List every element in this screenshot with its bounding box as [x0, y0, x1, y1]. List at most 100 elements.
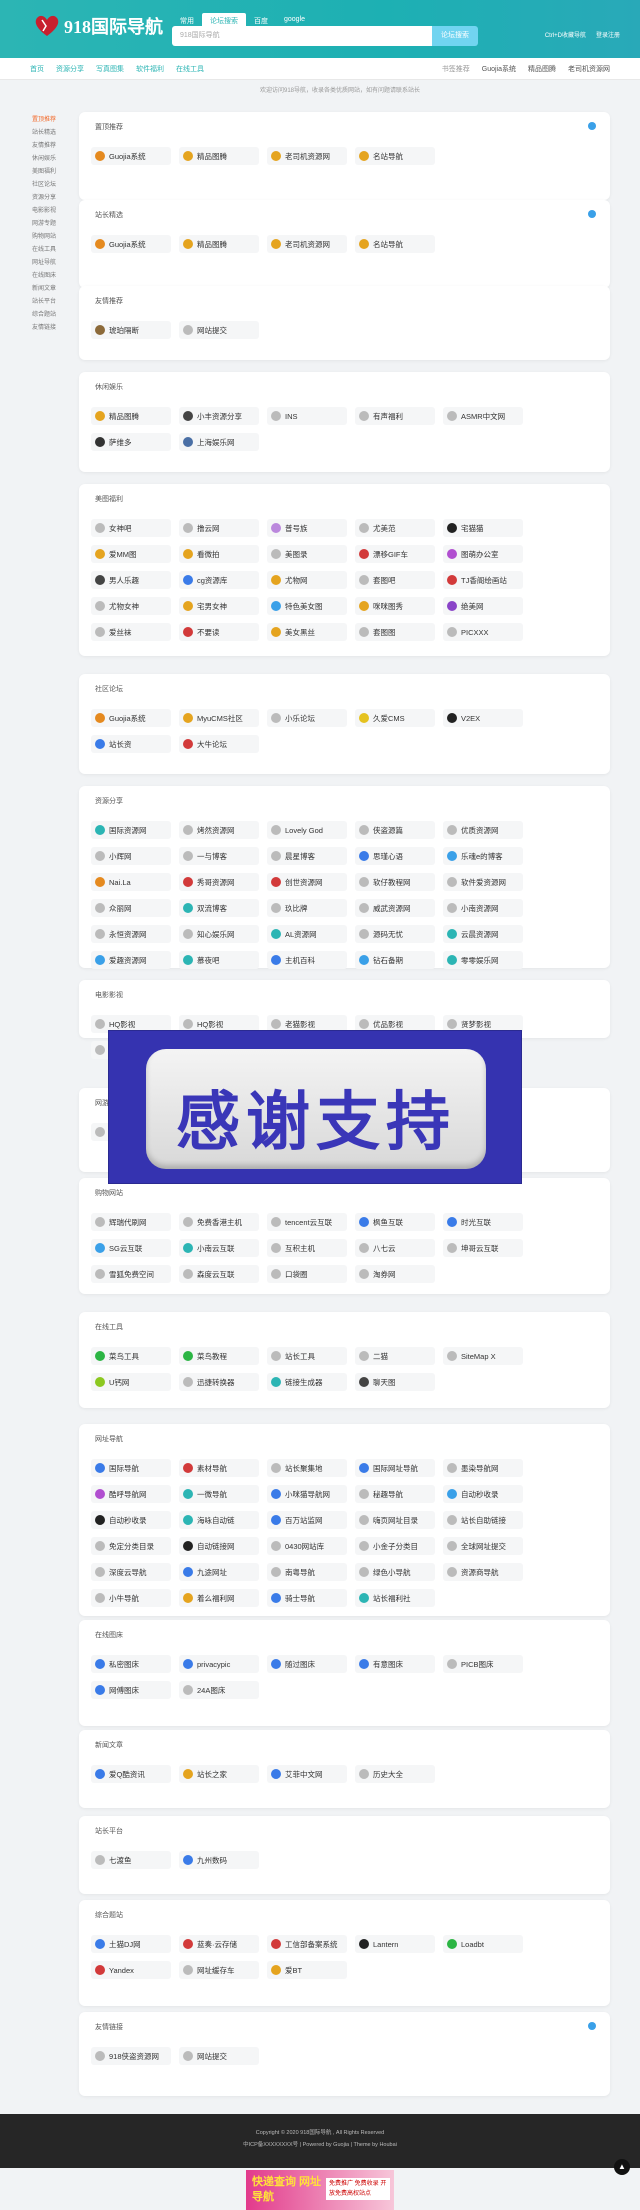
site-link[interactable]: 有声福利: [355, 407, 435, 425]
sidebar-item[interactable]: 综合题站: [22, 309, 82, 322]
site-link[interactable]: 九途网址: [179, 1563, 259, 1581]
site-link[interactable]: 秘趣导航: [355, 1485, 435, 1503]
site-link[interactable]: 尤物女神: [91, 597, 171, 615]
site-link[interactable]: 站长工具: [267, 1347, 347, 1365]
site-link[interactable]: 慕夜吧: [179, 951, 259, 969]
site-link[interactable]: 骑士导航: [267, 1589, 347, 1607]
sidebar-item[interactable]: 资源分享: [22, 192, 82, 205]
site-link[interactable]: 男人乐趣: [91, 571, 171, 589]
site-link[interactable]: 小牛导航: [91, 1589, 171, 1607]
site-link[interactable]: 玖比牌: [267, 899, 347, 917]
site-link[interactable]: tencent云互联: [267, 1213, 347, 1231]
site-link[interactable]: 源码无忧: [355, 925, 435, 943]
site-link[interactable]: 辉瑞代刷网: [91, 1213, 171, 1231]
site-link[interactable]: 小咪猫导航网: [267, 1485, 347, 1503]
site-link[interactable]: 钻石备期: [355, 951, 435, 969]
site-link[interactable]: 漂移GIF车: [355, 545, 435, 563]
site-link[interactable]: ASMR中文网: [443, 407, 523, 425]
back-to-top-icon[interactable]: ▲: [614, 2159, 630, 2175]
nav-bookmark[interactable]: 老司机资源网: [568, 64, 610, 74]
site-link[interactable]: 老司机资源网: [267, 235, 347, 253]
site-link[interactable]: Yandex: [91, 1961, 171, 1979]
site-link[interactable]: 小乐论坛: [267, 709, 347, 727]
site-link[interactable]: 一与博客: [179, 847, 259, 865]
site-link[interactable]: 主机百科: [267, 951, 347, 969]
site-link[interactable]: 枫鱼互联: [355, 1213, 435, 1231]
site-link[interactable]: 918侠盗资源网: [91, 2047, 171, 2065]
site-link[interactable]: 自动秒收录: [91, 1511, 171, 1529]
site-link[interactable]: 酷呼导航网: [91, 1485, 171, 1503]
site-link[interactable]: 网址缓存车: [179, 1961, 259, 1979]
site-link[interactable]: 零零娱乐网: [443, 951, 523, 969]
sidebar-item[interactable]: 置顶推荐: [22, 114, 82, 127]
site-link[interactable]: 站长聚集地: [267, 1459, 347, 1477]
site-link[interactable]: 0430网站库: [267, 1537, 347, 1555]
site-link[interactable]: 女神吧: [91, 519, 171, 537]
site-logo[interactable]: 918国际导航: [34, 12, 163, 40]
site-link[interactable]: 网站提交: [179, 321, 259, 339]
site-link[interactable]: 上海娱乐网: [179, 433, 259, 451]
sidebar-item[interactable]: 新闻文章: [22, 283, 82, 296]
site-link[interactable]: 站长自助链接: [443, 1511, 523, 1529]
site-link[interactable]: Lantern: [355, 1935, 435, 1953]
site-link[interactable]: 特色美女图: [267, 597, 347, 615]
site-link[interactable]: Guojia系统: [91, 147, 171, 165]
site-link[interactable]: 小金子分类目: [355, 1537, 435, 1555]
site-link[interactable]: INS: [267, 407, 347, 425]
nav-bookmark[interactable]: Guojia系统: [482, 64, 516, 74]
site-link[interactable]: 爱趣资源网: [91, 951, 171, 969]
settings-icon[interactable]: [588, 2022, 596, 2030]
site-link[interactable]: 爱BT: [267, 1961, 347, 1979]
site-link[interactable]: V2EX: [443, 709, 523, 727]
site-link[interactable]: Loadbt: [443, 1935, 523, 1953]
site-link[interactable]: 时光互联: [443, 1213, 523, 1231]
site-link[interactable]: 全球网址提交: [443, 1537, 523, 1555]
bottom-ad[interactable]: 快递查询 网址导航 免费推广 免费收录 开放免费高权站点: [246, 2170, 394, 2210]
site-link[interactable]: 名站导航: [355, 235, 435, 253]
site-link[interactable]: 小丰资源分享: [179, 407, 259, 425]
site-link[interactable]: 绿色小导航: [355, 1563, 435, 1581]
site-link[interactable]: TJ香阁绘画站: [443, 571, 523, 589]
site-link[interactable]: 八七云: [355, 1239, 435, 1257]
site-link[interactable]: 菜鸟教程: [179, 1347, 259, 1365]
site-link[interactable]: 土猫DJ网: [91, 1935, 171, 1953]
search-button[interactable]: 论坛搜索: [432, 26, 478, 46]
site-link[interactable]: 免定分类目录: [91, 1537, 171, 1555]
sidebar-item[interactable]: 休闲娱乐: [22, 153, 82, 166]
sidebar-item[interactable]: 电影影视: [22, 205, 82, 218]
site-link[interactable]: 软仔教程网: [355, 873, 435, 891]
site-link[interactable]: 美女黑丝: [267, 623, 347, 641]
site-link[interactable]: 口袋圈: [267, 1265, 347, 1283]
site-link[interactable]: 私密图床: [91, 1655, 171, 1673]
sidebar-item[interactable]: 在线工具: [22, 244, 82, 257]
site-link[interactable]: 百万站监网: [267, 1511, 347, 1529]
site-link[interactable]: 国际导航: [91, 1459, 171, 1477]
site-link[interactable]: 图萌办公室: [443, 545, 523, 563]
sidebar-item[interactable]: 站长平台: [22, 296, 82, 309]
site-link[interactable]: 美图录: [267, 545, 347, 563]
site-link[interactable]: 永恒资源网: [91, 925, 171, 943]
site-link[interactable]: 墨染导航网: [443, 1459, 523, 1477]
site-link[interactable]: 侠盗源篇: [355, 821, 435, 839]
site-link[interactable]: 二猫: [355, 1347, 435, 1365]
site-link[interactable]: 宅猫猫: [443, 519, 523, 537]
site-link[interactable]: 咪咪图秀: [355, 597, 435, 615]
site-link[interactable]: SiteMap X: [443, 1347, 523, 1365]
sidebar-item[interactable]: 友情链接: [22, 322, 82, 335]
site-link[interactable]: 优质资源网: [443, 821, 523, 839]
site-link[interactable]: 蓝奏·云存储: [179, 1935, 259, 1953]
site-link[interactable]: 老司机资源网: [267, 147, 347, 165]
site-link[interactable]: 撸云网: [179, 519, 259, 537]
site-link[interactable]: 网傅图床: [91, 1681, 171, 1699]
site-link[interactable]: 大牛论坛: [179, 735, 259, 753]
site-link[interactable]: 琥珀隔断: [91, 321, 171, 339]
site-link[interactable]: PICXXX: [443, 623, 523, 641]
site-link[interactable]: 深度云导航: [91, 1563, 171, 1581]
site-link[interactable]: 免费香港主机: [179, 1213, 259, 1231]
site-link[interactable]: 创世资源网: [267, 873, 347, 891]
site-link[interactable]: 久爱CMS: [355, 709, 435, 727]
site-link[interactable]: 套图图: [355, 623, 435, 641]
settings-icon[interactable]: [588, 122, 596, 130]
site-link[interactable]: 历史大全: [355, 1765, 435, 1783]
site-link[interactable]: 互积主机: [267, 1239, 347, 1257]
